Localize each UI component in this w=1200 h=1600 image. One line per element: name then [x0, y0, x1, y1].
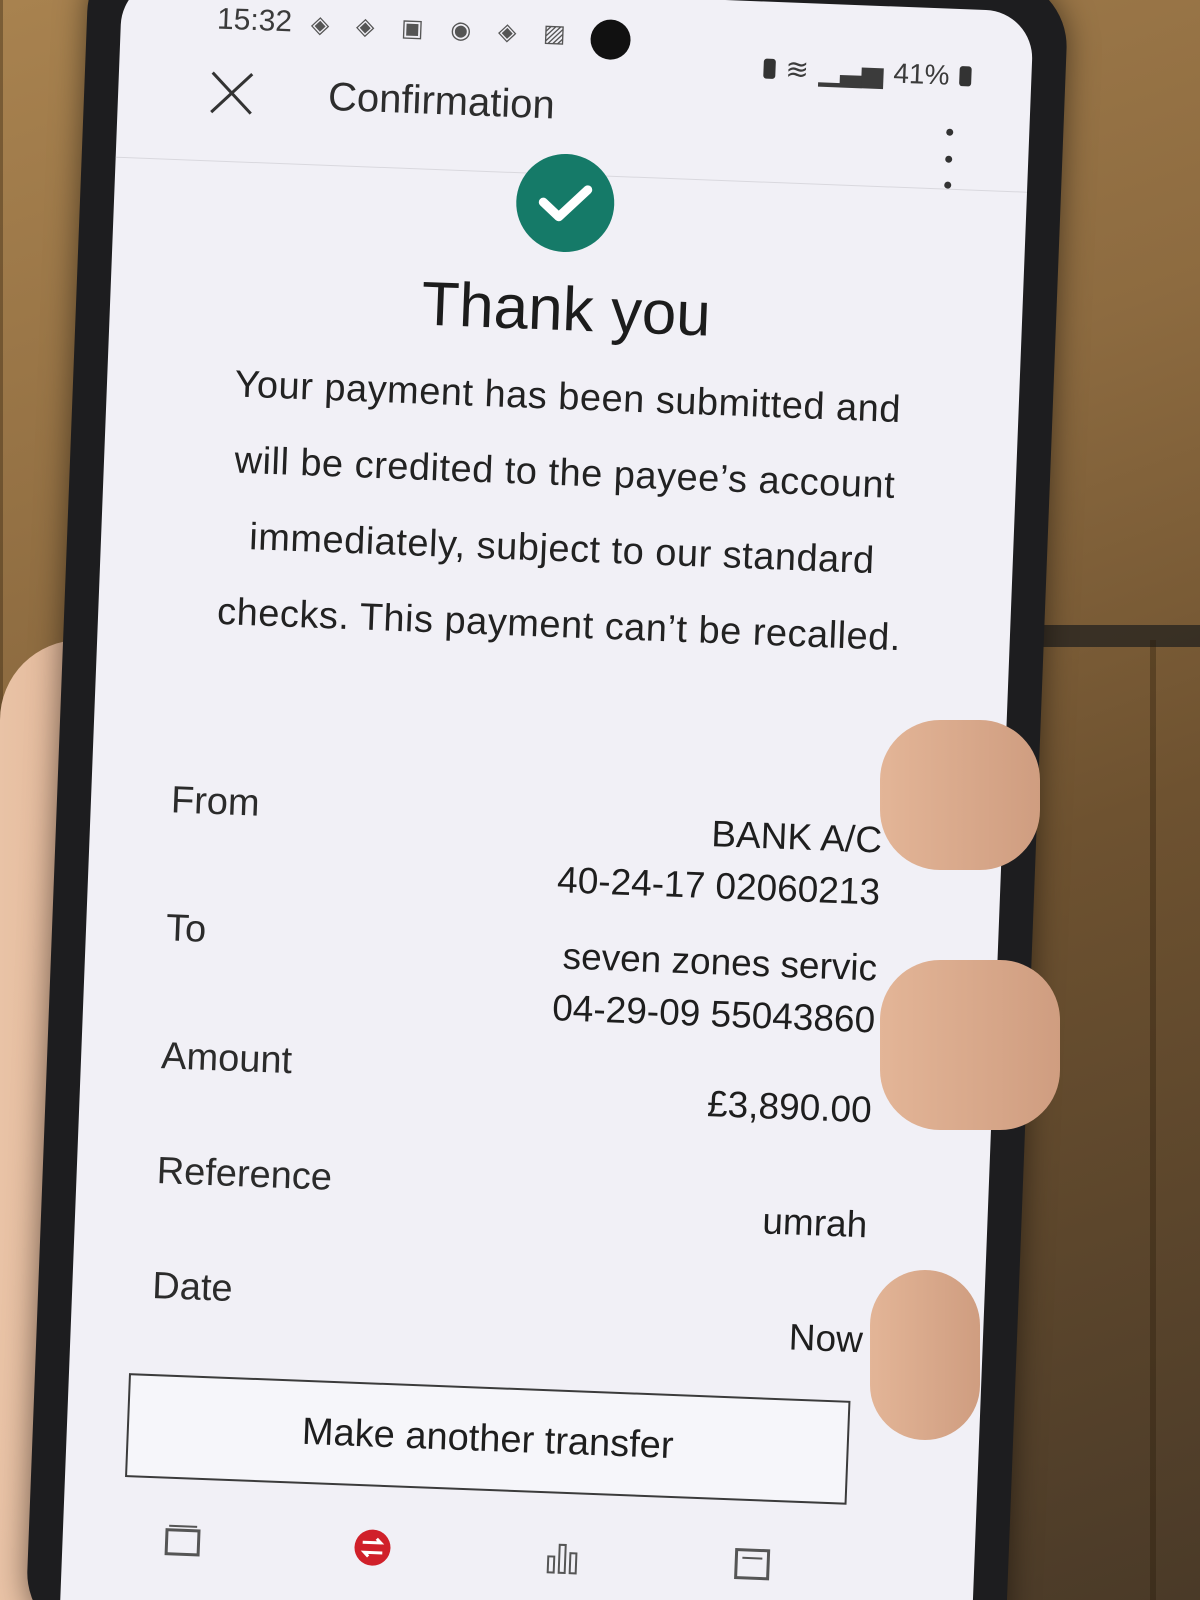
confirmation-message: Your payment has been submitted and will…	[216, 363, 902, 660]
page-title: Confirmation	[327, 74, 556, 128]
payment-details: From BANK A/C 40-24-17 02060213 To seven…	[149, 779, 883, 1392]
finger	[880, 720, 1040, 870]
detail-value: seven zones servic 04-29-09 55043860	[551, 935, 878, 1041]
transfer-icon[interactable]	[352, 1527, 394, 1569]
notification-icons: ◈ ◈ ▣ ◉ ◈ ▨ •	[310, 11, 612, 50]
detail-label: To	[165, 907, 208, 951]
wallet-icon[interactable]	[162, 1520, 204, 1562]
detail-label: Reference	[155, 1150, 333, 1199]
finger	[880, 960, 1060, 1130]
photo-scene: 15:32 ◈ ◈ ▣ ◉ ◈ ▨ • ≋ ▁▃▅ 41% Confirmati…	[0, 0, 1200, 1600]
document-icon[interactable]	[731, 1541, 773, 1583]
chart-icon[interactable]	[542, 1534, 584, 1576]
detail-value: BANK A/C 40-24-17 02060213	[556, 813, 883, 913]
detail-label: From	[170, 779, 261, 825]
camera-cutout	[589, 18, 632, 61]
finger	[870, 1270, 980, 1440]
status-time: 15:32	[216, 2, 293, 39]
detail-value: Now	[788, 1316, 864, 1361]
more-options-icon[interactable]	[937, 128, 959, 189]
bottom-nav	[61, 1506, 975, 1600]
make-another-transfer-button[interactable]: Make another transfer	[125, 1373, 851, 1505]
detail-value: £3,890.00	[706, 1083, 873, 1131]
detail-label: Amount	[160, 1035, 293, 1083]
detail-value: umrah	[761, 1200, 869, 1246]
detail-label: Date	[151, 1264, 234, 1311]
close-icon[interactable]	[207, 68, 257, 118]
